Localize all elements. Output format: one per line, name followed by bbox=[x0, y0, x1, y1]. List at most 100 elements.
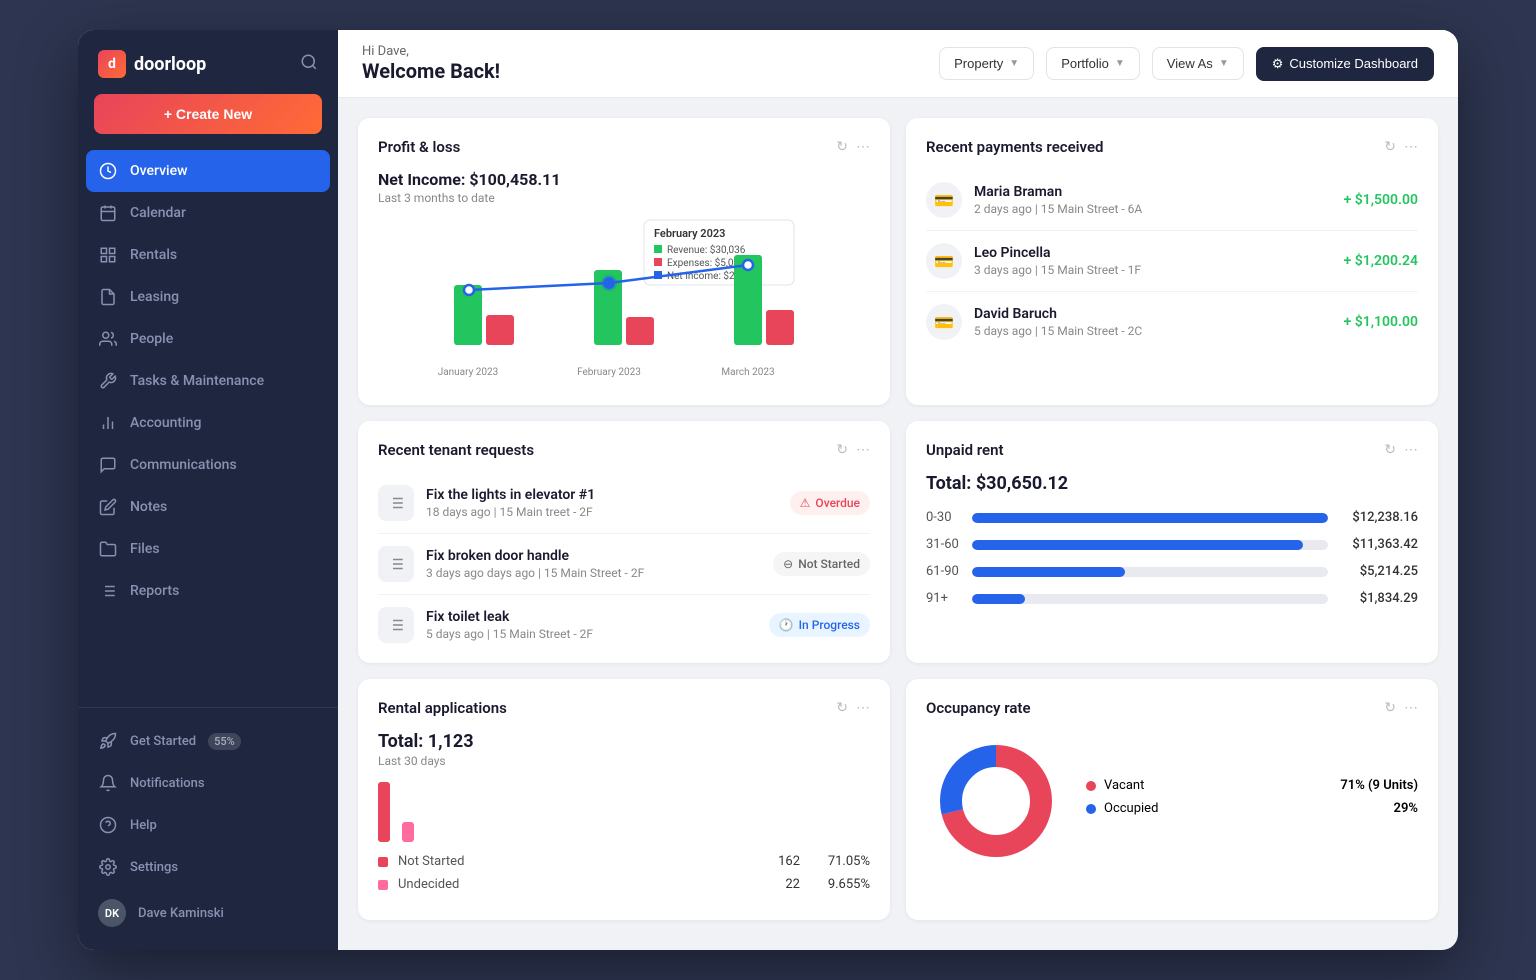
rent-label: 0-30 bbox=[926, 510, 962, 525]
payment-avatar: 💳 bbox=[926, 182, 962, 218]
donut-container: Vacant 71% (9 Units) Occupied 29% bbox=[926, 731, 1418, 871]
rent-bars: 0-30 $12,238.16 31-60 $11,363.42 61-90 $… bbox=[926, 510, 1418, 606]
more-icon[interactable]: ⋯ bbox=[1404, 442, 1418, 458]
more-icon[interactable]: ⋯ bbox=[856, 442, 870, 458]
profit-loss-header: Profit & loss ↻ ⋯ bbox=[378, 138, 870, 156]
rent-amount: $5,214.25 bbox=[1338, 564, 1418, 579]
chevron-down-icon: ▼ bbox=[1115, 58, 1125, 69]
nav-label-leasing: Leasing bbox=[130, 289, 179, 305]
rental-applications-card: Rental applications ↻ ⋯ Total: 1,123 Las… bbox=[358, 679, 890, 920]
legend-dot-occupied bbox=[1086, 804, 1096, 814]
payment-item: 💳 Leo Pincella 3 days ago | 15 Main Stre… bbox=[926, 231, 1418, 292]
rental-applications-actions: ↻ ⋯ bbox=[836, 700, 870, 716]
status-badge-overdue: ⚠ Overdue bbox=[790, 491, 870, 515]
refresh-icon[interactable]: ↻ bbox=[836, 139, 848, 155]
sidebar-item-calendar[interactable]: Calendar bbox=[78, 192, 338, 234]
rental-bar-undecided bbox=[402, 822, 414, 842]
profit-loss-svg: February 2023 Revenue: $30,036 Expenses:… bbox=[378, 215, 870, 385]
sidebar-item-accounting[interactable]: Accounting bbox=[78, 402, 338, 444]
sidebar-item-user[interactable]: DK Dave Kaminski bbox=[78, 888, 338, 938]
sidebar-item-help[interactable]: Help bbox=[78, 804, 338, 846]
net-income-value: Net Income: $100,458.11 bbox=[378, 170, 870, 189]
welcome-section: Hi Dave, Welcome Back! bbox=[362, 44, 500, 83]
search-icon[interactable] bbox=[300, 53, 318, 75]
legend-item-vacant: Vacant 71% (9 Units) bbox=[1086, 778, 1418, 793]
refresh-icon[interactable]: ↻ bbox=[836, 442, 848, 458]
refresh-icon[interactable]: ↻ bbox=[1384, 139, 1396, 155]
chart-icon bbox=[98, 413, 118, 433]
occupancy-rate-header: Occupancy rate ↻ ⋯ bbox=[926, 699, 1418, 717]
sidebar: d doorloop + Create New Overview Calenda… bbox=[78, 30, 338, 950]
refresh-icon[interactable]: ↻ bbox=[1384, 700, 1396, 716]
net-subtitle: Last 3 months to date bbox=[378, 191, 870, 205]
nav-label-settings: Settings bbox=[130, 860, 178, 875]
refresh-icon[interactable]: ↻ bbox=[1384, 442, 1396, 458]
sidebar-item-leasing[interactable]: Leasing bbox=[78, 276, 338, 318]
main-content: Hi Dave, Welcome Back! Property ▼ Portfo… bbox=[338, 30, 1458, 950]
folder-icon bbox=[98, 539, 118, 559]
requests-list: Fix the lights in elevator #1 18 days ag… bbox=[378, 473, 870, 643]
sidebar-item-notes[interactable]: Notes bbox=[78, 486, 338, 528]
more-icon[interactable]: ⋯ bbox=[856, 700, 870, 716]
payment-detail: 2 days ago | 15 Main Street - 6A bbox=[974, 202, 1332, 216]
more-icon[interactable]: ⋯ bbox=[1404, 700, 1418, 716]
payment-info: Maria Braman 2 days ago | 15 Main Street… bbox=[974, 184, 1332, 216]
payment-info: Leo Pincella 3 days ago | 15 Main Street… bbox=[974, 245, 1332, 277]
sidebar-item-rentals[interactable]: Rentals bbox=[78, 234, 338, 276]
sidebar-item-communications[interactable]: Communications bbox=[78, 444, 338, 486]
nav-label-calendar: Calendar bbox=[130, 205, 186, 221]
sidebar-item-tasks[interactable]: Tasks & Maintenance bbox=[78, 360, 338, 402]
request-info: Fix broken door handle 3 days ago days a… bbox=[426, 548, 761, 580]
rental-row: Not Started 162 71.05% bbox=[378, 854, 870, 869]
more-icon[interactable]: ⋯ bbox=[856, 139, 870, 155]
svg-text:January 2023: January 2023 bbox=[438, 367, 499, 378]
tenant-requests-actions: ↻ ⋯ bbox=[836, 442, 870, 458]
status-badge-not-started: ⊖ Not Started bbox=[773, 552, 870, 576]
message-icon bbox=[98, 455, 118, 475]
portfolio-dropdown[interactable]: Portfolio ▼ bbox=[1046, 47, 1140, 80]
unpaid-rent-header: Unpaid rent ↻ ⋯ bbox=[926, 441, 1418, 459]
view-as-dropdown[interactable]: View As ▼ bbox=[1152, 47, 1244, 80]
help-icon bbox=[98, 815, 118, 835]
svg-text:Revenue: $30,036: Revenue: $30,036 bbox=[667, 243, 746, 256]
rent-row: 31-60 $11,363.42 bbox=[926, 537, 1418, 552]
rental-subtitle: Last 30 days bbox=[378, 754, 870, 768]
chevron-down-icon: ▼ bbox=[1009, 58, 1019, 69]
request-item: Fix the lights in elevator #1 18 days ag… bbox=[378, 473, 870, 534]
nav-label-help: Help bbox=[130, 818, 157, 833]
legend-dot-vacant bbox=[1086, 781, 1096, 791]
occupancy-donut-chart bbox=[926, 731, 1066, 871]
sidebar-item-files[interactable]: Files bbox=[78, 528, 338, 570]
sidebar-item-settings[interactable]: Settings bbox=[78, 846, 338, 888]
nav-label-notes: Notes bbox=[130, 499, 167, 515]
request-detail: 3 days ago days ago | 15 Main Street - 2… bbox=[426, 566, 761, 580]
rent-row: 61-90 $5,214.25 bbox=[926, 564, 1418, 579]
payment-name: David Baruch bbox=[974, 306, 1332, 322]
sidebar-item-notifications[interactable]: Notifications bbox=[78, 762, 338, 804]
sidebar-item-reports[interactable]: Reports bbox=[78, 570, 338, 612]
unpaid-rent-card: Unpaid rent ↻ ⋯ Total: $30,650.12 0-30 $… bbox=[906, 421, 1438, 663]
create-new-button[interactable]: + Create New bbox=[94, 94, 322, 134]
payment-amount: + $1,200.24 bbox=[1344, 253, 1418, 269]
rental-count: 162 bbox=[760, 854, 800, 869]
customize-dashboard-button[interactable]: ⚙ Customize Dashboard bbox=[1256, 47, 1434, 81]
rent-amount: $11,363.42 bbox=[1338, 537, 1418, 552]
unpaid-rent-title: Unpaid rent bbox=[926, 441, 1004, 459]
sidebar-item-get-started[interactable]: Get Started 55% bbox=[78, 720, 338, 762]
request-icon bbox=[378, 607, 414, 643]
bar-chart-icon bbox=[98, 581, 118, 601]
rental-pct: 9.655% bbox=[810, 877, 870, 892]
nav-label-tasks: Tasks & Maintenance bbox=[130, 373, 264, 389]
property-dropdown[interactable]: Property ▼ bbox=[939, 47, 1034, 80]
sidebar-item-overview[interactable]: Overview bbox=[86, 150, 330, 192]
rent-bar-bg bbox=[972, 513, 1328, 523]
color-dot bbox=[378, 880, 388, 890]
rent-bar-bg bbox=[972, 594, 1328, 604]
refresh-icon[interactable]: ↻ bbox=[836, 700, 848, 716]
main-nav: Overview Calendar Rentals Leasing bbox=[78, 150, 338, 707]
payment-detail: 3 days ago | 15 Main Street - 1F bbox=[974, 263, 1332, 277]
sidebar-item-people[interactable]: People bbox=[78, 318, 338, 360]
nav-label-user: Dave Kaminski bbox=[138, 906, 224, 921]
more-icon[interactable]: ⋯ bbox=[1404, 139, 1418, 155]
sidebar-header: d doorloop bbox=[78, 30, 338, 94]
